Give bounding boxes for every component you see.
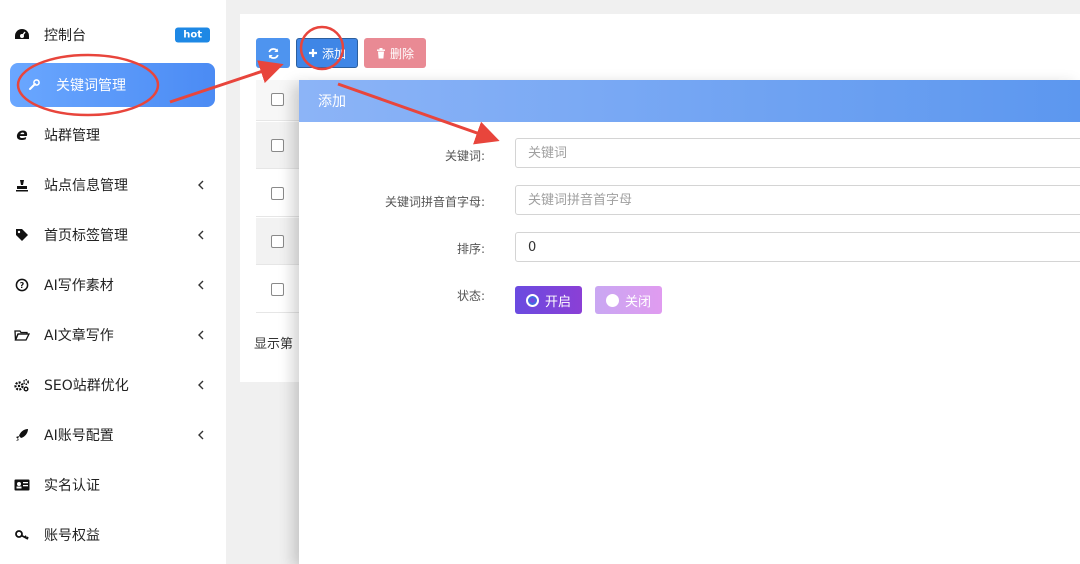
- select-all-checkbox[interactable]: [271, 93, 284, 106]
- tags-icon: [14, 227, 30, 243]
- sidebar-item-home-tags[interactable]: 首页标签管理: [0, 213, 226, 257]
- keyword-label: 关键词:: [444, 149, 485, 163]
- keyword-input[interactable]: [515, 138, 1080, 168]
- chevron-left-icon: [194, 279, 206, 291]
- wrench-icon: [26, 77, 42, 93]
- chevron-left-icon: [194, 429, 206, 441]
- row-checkbox[interactable]: [271, 187, 284, 200]
- question-circle-icon: ?: [14, 277, 30, 293]
- stamp-icon: [14, 177, 30, 193]
- sort-input[interactable]: [515, 232, 1080, 262]
- status-label: 状态:: [456, 289, 485, 303]
- sidebar-item-ai-article[interactable]: AI文章写作: [0, 313, 226, 357]
- add-button[interactable]: 添加: [296, 38, 358, 68]
- pinyin-label: 关键词拼音首字母:: [384, 195, 485, 209]
- sidebar-item-real-name[interactable]: 实名认证: [0, 463, 226, 507]
- radio-checked-icon: [525, 293, 539, 307]
- chevron-left-icon: [194, 329, 206, 341]
- sidebar-item-label: 账号权益: [44, 528, 100, 544]
- sidebar-item-account-rights[interactable]: 账号权益: [0, 513, 226, 557]
- app-root: 控制台 hot 关键词管理 e 站群管理 站点信息管理 首页标签管理 ? AI写…: [0, 0, 1080, 564]
- sidebar: 控制台 hot 关键词管理 e 站群管理 站点信息管理 首页标签管理 ? AI写…: [0, 0, 226, 564]
- chevron-left-icon: [194, 179, 206, 191]
- rocket-icon: [14, 427, 30, 443]
- id-card-icon: [14, 477, 30, 493]
- hot-badge: hot: [175, 27, 210, 43]
- sidebar-item-label: 关键词管理: [56, 78, 126, 94]
- sidebar-item-seo-optimize[interactable]: SEO站群优化: [0, 363, 226, 407]
- refresh-button[interactable]: [256, 38, 290, 68]
- status-on-radio[interactable]: 开启: [515, 286, 582, 314]
- sidebar-item-ai-material[interactable]: ? AI写作素材: [0, 263, 226, 307]
- sidebar-item-label: 实名认证: [44, 478, 100, 494]
- sidebar-item-site-info[interactable]: 站点信息管理: [0, 163, 226, 207]
- delete-button[interactable]: 删除: [364, 38, 426, 68]
- status-on-label: 开启: [544, 294, 571, 310]
- chevron-left-icon: [194, 229, 206, 241]
- ie-icon: e: [16, 125, 28, 145]
- gears-icon: [14, 377, 30, 393]
- status-off-radio[interactable]: 关闭: [595, 286, 662, 314]
- sort-label: 排序:: [456, 242, 485, 256]
- refresh-icon: [267, 47, 280, 60]
- sidebar-item-label: 站群管理: [44, 128, 100, 144]
- dashboard-icon: [14, 27, 30, 43]
- delete-button-label: 删除: [389, 46, 414, 61]
- pagination-info: 显示第: [254, 337, 294, 352]
- radio-unchecked-icon: [605, 293, 619, 307]
- chevron-left-icon: [194, 379, 206, 391]
- plus-icon: [308, 48, 318, 58]
- add-button-label: 添加: [321, 46, 346, 61]
- sidebar-item-dashboard[interactable]: 控制台 hot: [0, 13, 226, 57]
- sidebar-item-ai-account[interactable]: AI账号配置: [0, 413, 226, 457]
- pinyin-input[interactable]: [515, 185, 1080, 215]
- row-checkbox[interactable]: [271, 139, 284, 152]
- key-icon: [14, 527, 30, 543]
- status-off-label: 关闭: [624, 294, 651, 310]
- dialog-title: 添加: [299, 80, 1080, 122]
- add-dialog: 添加 关键词: 关键词拼音首字母: 排序: 状态: 开启 关闭: [299, 80, 1080, 564]
- folder-open-icon: [14, 327, 30, 343]
- row-checkbox[interactable]: [271, 283, 284, 296]
- sidebar-item-site-group[interactable]: e 站群管理: [0, 113, 226, 157]
- svg-text:?: ?: [20, 281, 25, 290]
- row-checkbox[interactable]: [271, 235, 284, 248]
- trash-icon: [376, 47, 386, 59]
- sidebar-item-keyword-management[interactable]: 关键词管理: [10, 63, 215, 107]
